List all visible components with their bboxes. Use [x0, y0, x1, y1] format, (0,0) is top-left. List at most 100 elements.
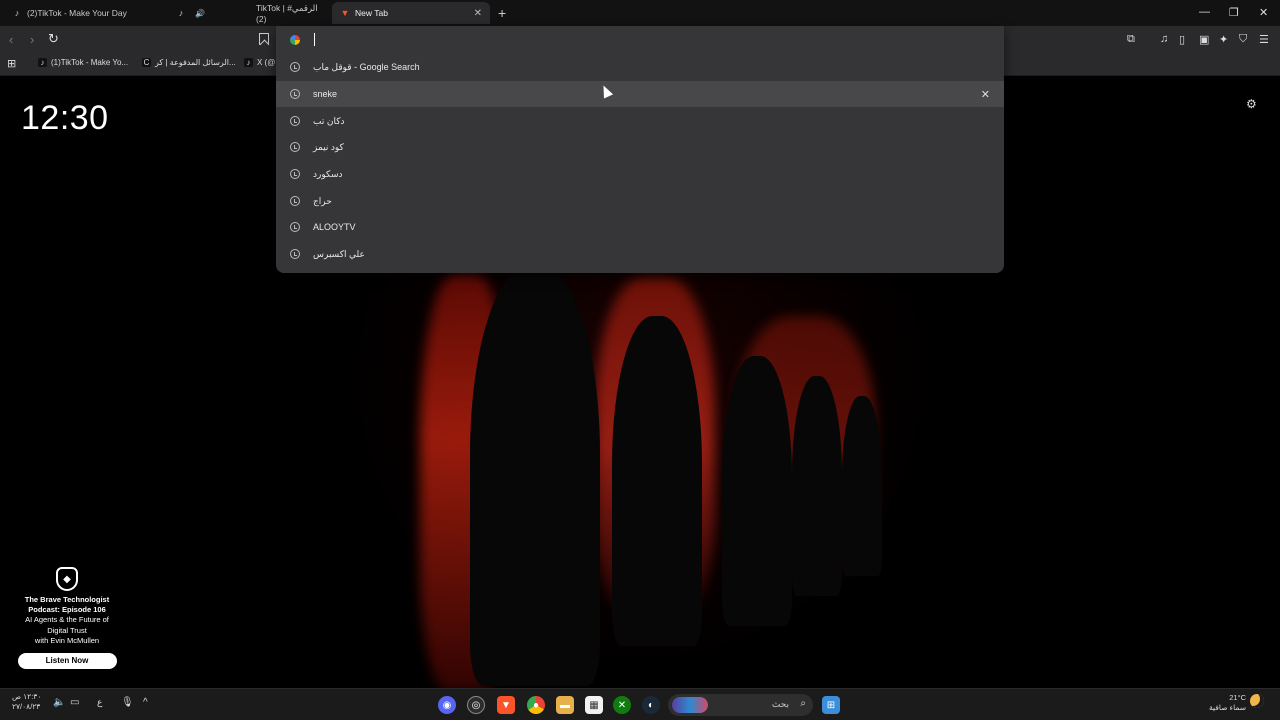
suggestion-label: sneke: [313, 89, 338, 99]
tab-label: New Tab: [355, 8, 388, 18]
tray-clock[interactable]: ١٢:٣٠ ص ٢٧/٠٨/٢٣: [12, 692, 41, 712]
moon-icon[interactable]: [1250, 694, 1264, 708]
tab-tiktok-1[interactable]: ♪ (2)TikTok - Make Your Day: [4, 2, 164, 24]
clock: 12:30: [21, 99, 109, 137]
music-icon[interactable]: ♫: [1160, 33, 1168, 45]
steam-icon[interactable]: ◐: [642, 696, 660, 714]
c-icon: C: [142, 58, 151, 67]
suggestion-label: حراج: [313, 195, 332, 206]
suggestion-label: ALOOYTV: [313, 222, 356, 232]
chevron-up-icon[interactable]: ^: [143, 697, 148, 708]
windows-start-icon[interactable]: ⊞: [822, 696, 840, 714]
forward-icon[interactable]: ›: [30, 32, 34, 47]
suggestion-item[interactable]: دكان تب: [276, 108, 1004, 134]
sidebar-icon[interactable]: ▯: [1179, 33, 1185, 46]
promo-subtitle-line: Digital Trust: [47, 625, 87, 635]
discord-icon[interactable]: ◉: [438, 696, 456, 714]
silhouette-figure: [470, 266, 600, 686]
tiktok-icon: ♪: [14, 8, 20, 18]
wallet-icon[interactable]: ▣: [1199, 33, 1209, 46]
bookmark-item[interactable]: ♪ (1)TikTok - Make Yo...: [38, 58, 128, 67]
brave-icon: ▼: [340, 8, 350, 18]
tab-label: (2)TikTok - Make Your Day: [27, 8, 127, 18]
browser-window: ♪ (2)TikTok - Make Your Day ♪ 🔊 TikTok |…: [0, 0, 1280, 720]
new-tab-button[interactable]: +: [498, 5, 506, 21]
podcast-promo: ◆ The Brave Technologist Podcast: Episod…: [10, 567, 124, 669]
minimize-icon[interactable]: —: [1199, 6, 1210, 18]
apps-grid-icon[interactable]: ⊞: [7, 57, 16, 70]
suggestion-item[interactable]: علي اكسبرس: [276, 241, 1004, 267]
weather-widget[interactable]: 21°C سماء صافية: [1209, 693, 1246, 713]
silhouette-figure: [722, 356, 792, 626]
google-icon: [290, 35, 300, 45]
reload-icon[interactable]: ↻: [48, 31, 59, 47]
tiktok-icon: ♪: [38, 58, 47, 67]
steam-like-icon[interactable]: ◎: [467, 696, 485, 714]
chrome-icon[interactable]: ●: [527, 696, 545, 714]
silhouette-figure: [842, 396, 882, 576]
history-icon: [290, 196, 300, 206]
silhouette-figure: [792, 376, 842, 596]
tab-label: TikTok | الرقمي#(2): [256, 2, 318, 24]
taskbar-search[interactable]: بحث ⌕: [668, 694, 813, 716]
bookmark-icon[interactable]: [259, 33, 269, 45]
bookmark-item[interactable]: C الرسائل المدفوعة | كر...: [142, 58, 236, 67]
suggestion-item[interactable]: كود نيمز: [276, 134, 1004, 160]
store-icon[interactable]: ▦: [585, 696, 603, 714]
suggestion-label: كود نيمز: [313, 141, 344, 152]
bookmark-label: X (@: [257, 58, 276, 67]
back-icon[interactable]: ‹: [9, 32, 13, 47]
promo-title: The Brave Technologist Podcast: Episode …: [24, 595, 110, 614]
brave-lion-icon: ◆: [56, 567, 78, 591]
bookmark-label: (1)TikTok - Make Yo...: [51, 58, 129, 67]
bookmark-item[interactable]: ♪ X (@: [244, 58, 275, 67]
remove-suggestion-icon[interactable]: ✕: [981, 88, 990, 101]
tiktok-icon: ♪: [178, 8, 184, 18]
gear-icon[interactable]: ⚙: [1246, 97, 1257, 111]
close-window-icon[interactable]: ✕: [1259, 6, 1268, 19]
screenshot-icon[interactable]: ⧉: [1127, 33, 1135, 46]
keyboard-language[interactable]: ع: [97, 697, 102, 708]
promo-subtitle-line: with Evin McMullen: [34, 636, 100, 645]
suggestion-item[interactable]: حراج: [276, 188, 1004, 214]
volume-icon[interactable]: 🔈: [53, 697, 65, 708]
tab-new-tab[interactable]: ▼ New Tab ✕: [332, 2, 490, 24]
file-explorer-icon[interactable]: ▬: [556, 696, 574, 714]
bookmark-label: الرسائل المدفوعة | كر...: [155, 58, 236, 67]
vpn-shield-icon[interactable]: ⛉: [1239, 33, 1247, 46]
search-icon: ⌕: [800, 698, 806, 709]
suggestion-label: دكان تب: [313, 115, 345, 126]
suggestion-item[interactable]: دسكورد: [276, 161, 1004, 187]
suggestion-item[interactable]: sneke ✕: [276, 81, 1004, 107]
text-caret: [314, 33, 315, 46]
weather-desc: سماء صافية: [1208, 703, 1246, 712]
brave-icon[interactable]: ▼: [497, 696, 515, 714]
promo-subtitle-line: AI Agents & the Future of: [25, 615, 109, 624]
network-icon[interactable]: ▭: [70, 697, 79, 708]
listen-now-button[interactable]: Listen Now: [17, 652, 117, 669]
omnibox-dropdown: قوقل ماب - Google Search sneke ✕ دكان تب…: [276, 26, 1004, 273]
tray-time: ١٢:٣٠ ص: [12, 692, 42, 701]
history-icon: [290, 222, 300, 232]
taskbar: 🔈 ▭ ع 🎙 ^ ◉ ◎ ▼ ● ▬ ▦ ✕ ◐ بحث ⌕ ⊞: [0, 688, 1280, 720]
speaker-icon[interactable]: 🔊: [195, 9, 205, 18]
suggestion-item[interactable]: ALOOYTV: [276, 214, 1004, 240]
history-icon: [290, 142, 300, 152]
search-placeholder: بحث: [771, 699, 789, 709]
tab-strip: ♪ (2)TikTok - Make Your Day ♪ 🔊 TikTok |…: [0, 0, 1280, 26]
suggestion-item[interactable]: قوقل ماب - Google Search: [276, 54, 1004, 80]
history-icon: [290, 62, 300, 72]
history-icon: [290, 89, 300, 99]
address-bar[interactable]: [276, 26, 1004, 54]
history-icon: [290, 116, 300, 126]
tab-tiktok-2[interactable]: ♪ 🔊 TikTok | الرقمي#(2): [168, 2, 328, 24]
leo-ai-icon[interactable]: ✦: [1219, 33, 1228, 46]
xbox-icon[interactable]: ✕: [613, 696, 631, 714]
history-icon: [290, 249, 300, 259]
restore-icon[interactable]: ❐: [1229, 6, 1239, 19]
tiktok-icon: ♪: [244, 58, 253, 67]
close-tab-icon[interactable]: ✕: [474, 8, 482, 19]
menu-icon[interactable]: ☰: [1259, 33, 1269, 46]
microphone-icon[interactable]: 🎙: [121, 697, 134, 708]
history-icon: [290, 169, 300, 179]
